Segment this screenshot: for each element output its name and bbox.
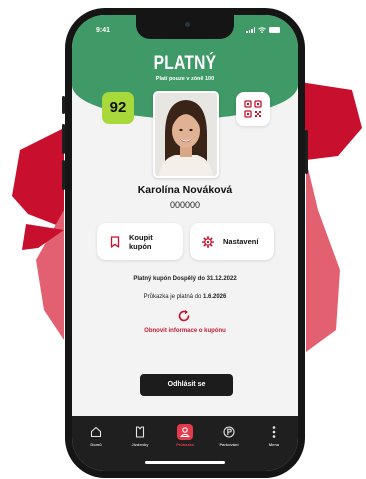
more-vertical-icon <box>272 426 276 438</box>
phone-side-button <box>62 160 65 190</box>
tab-label: Menu <box>268 442 280 447</box>
status-bar: 9:41 <box>72 15 298 45</box>
qr-code-icon <box>244 100 262 118</box>
tab-card[interactable]: Průkazka <box>165 424 205 450</box>
buy-coupon-label-line1: Koupit <box>129 232 153 242</box>
parking-icon <box>223 426 235 438</box>
camera-icon <box>185 22 190 27</box>
logout-button[interactable]: Odhlásit se <box>140 374 233 396</box>
app-screen: 9:41 PLATNÝ Platí pouze v zóně 100 92 Ka… <box>72 15 298 471</box>
buy-coupon-label-line2: kupón <box>129 241 152 251</box>
tab-menu[interactable]: Menu <box>254 424 294 450</box>
qr-code-button[interactable] <box>236 92 270 126</box>
card-validity-prefix: Průkazka je platná do <box>143 294 202 300</box>
tab-home[interactable]: Domů <box>76 424 116 450</box>
card-validity-line: Průkazka je platná do 1.6.2026 <box>72 294 298 300</box>
tab-parking[interactable]: Parkování <box>209 424 249 450</box>
coupon-validity-text: Platný kupón Dospělý do 31.12.2022 <box>133 276 237 282</box>
tab-label: Domů <box>90 442 102 447</box>
buy-coupon-button[interactable]: Koupit kupón <box>97 223 183 260</box>
tab-label: Průkazka <box>176 442 194 447</box>
ticket-icon <box>135 426 145 438</box>
refresh-coupon-link[interactable]: Obnovit informace o kupónu <box>72 328 298 334</box>
home-icon <box>90 426 102 438</box>
phone-side-button <box>62 96 65 114</box>
user-name: Karolína Nováková <box>137 184 233 196</box>
user-id: 000000 <box>169 200 201 210</box>
person-portrait <box>155 93 217 176</box>
zone-subtitle: Platí pouze v zóně 100 <box>155 76 215 82</box>
profile-photo <box>153 91 219 178</box>
tab-label: Parkování <box>219 442 239 447</box>
phone-side-button <box>62 124 65 154</box>
refresh-icon[interactable] <box>177 309 191 323</box>
tab-label: Jízdenky <box>131 442 149 447</box>
card-validity-date: 1.6.2026 <box>203 294 227 300</box>
status-time: 9:41 <box>96 27 111 34</box>
status-icons <box>246 27 280 33</box>
zone-badge: 92 <box>102 92 134 124</box>
tab-tickets[interactable]: Jízdenky <box>120 424 160 450</box>
bookmark-icon <box>110 235 120 248</box>
validity-status-title: PLATNÝ <box>153 53 217 74</box>
phone-power-button <box>305 130 308 174</box>
notch <box>136 15 234 39</box>
home-indicator[interactable] <box>145 461 225 464</box>
battery-icon <box>269 27 280 33</box>
wifi-icon <box>258 27 266 33</box>
gear-icon <box>202 235 214 248</box>
profile-card-icon <box>177 424 193 440</box>
signal-icon <box>246 27 255 33</box>
settings-button[interactable]: Nastavení <box>190 223 274 260</box>
settings-label: Nastavení <box>223 237 259 246</box>
